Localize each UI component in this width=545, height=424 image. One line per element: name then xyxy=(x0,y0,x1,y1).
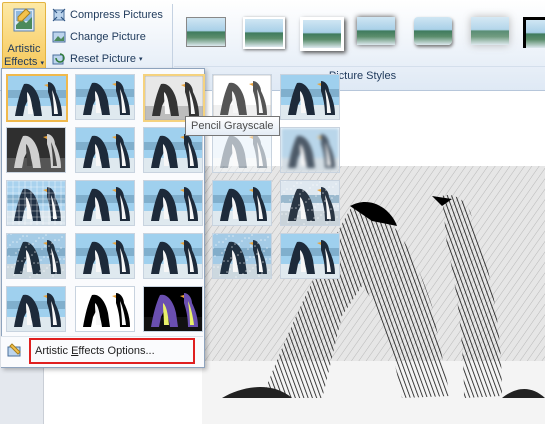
picture-style-2[interactable] xyxy=(240,14,285,49)
effect-cement[interactable] xyxy=(6,233,66,279)
effect-plastic-wrap-preview xyxy=(281,234,339,278)
picture-style-7[interactable] xyxy=(520,14,545,48)
effect-watercolor-sponge[interactable] xyxy=(75,180,135,226)
effect-tooltip: Pencil Grayscale xyxy=(185,116,280,136)
compress-pictures-button[interactable]: Compress Pictures xyxy=(52,5,163,25)
group-separator-h xyxy=(174,66,545,67)
effect-pencil-grayscale[interactable] xyxy=(143,74,205,122)
effect-mosaic-bubbles[interactable] xyxy=(212,180,272,226)
effect-pencil-sketch[interactable] xyxy=(212,74,272,120)
effect-chalk-sketch[interactable] xyxy=(6,127,66,173)
effect-pastels-smooth-preview xyxy=(213,234,271,278)
effect-crisscross-etching[interactable] xyxy=(143,233,203,279)
effect-marker[interactable] xyxy=(75,74,135,120)
effect-cutout[interactable] xyxy=(75,286,135,332)
effect-pastels-smooth[interactable] xyxy=(212,233,272,279)
artistic-effects-options-icon xyxy=(7,343,21,357)
picture-style-5[interactable] xyxy=(411,14,455,48)
effect-texturizer[interactable] xyxy=(75,233,135,279)
artistic-effects-button[interactable]: Artistic Effects ▾ xyxy=(2,2,46,72)
effect-blur[interactable] xyxy=(280,127,340,173)
compress-pictures-icon xyxy=(52,8,66,22)
effect-watercolor-sponge-preview xyxy=(76,181,134,225)
effect-blur-preview xyxy=(281,128,339,172)
artistic-effects-icon xyxy=(13,8,35,32)
change-picture-label: Change Picture xyxy=(70,31,146,43)
effect-photocopy[interactable] xyxy=(6,286,66,332)
effect-texturizer-preview xyxy=(76,234,134,278)
change-picture-button[interactable]: Change Picture xyxy=(52,27,146,47)
change-picture-icon xyxy=(52,31,66,43)
effect-paint-strokes-preview xyxy=(76,128,134,172)
chevron-down-icon: ▾ xyxy=(40,60,44,67)
effect-cement-preview xyxy=(7,234,65,278)
effect-plastic-wrap[interactable] xyxy=(280,233,340,279)
effect-glow-edges[interactable] xyxy=(143,286,203,332)
reset-picture-icon xyxy=(52,53,65,65)
effect-line-drawing-preview xyxy=(281,75,339,119)
effect-none-preview xyxy=(8,76,66,120)
effect-cutout-preview xyxy=(76,287,134,331)
effect-glow-edges-preview xyxy=(144,287,202,331)
effect-line-drawing[interactable] xyxy=(280,74,340,120)
artistic-effects-label: Artistic Effects ▾ xyxy=(3,43,44,68)
reset-picture-button[interactable]: Reset Picture ▾ xyxy=(52,49,143,69)
effect-light-screen[interactable] xyxy=(6,180,66,226)
compress-pictures-label: Compress Pictures xyxy=(70,9,163,21)
effect-film-grain[interactable] xyxy=(143,180,203,226)
effect-mosaic-bubbles-preview xyxy=(213,181,271,225)
effect-paint-strokes[interactable] xyxy=(75,127,135,173)
effect-photocopy-preview xyxy=(7,287,65,331)
effect-marker-preview xyxy=(76,75,134,119)
effect-none[interactable] xyxy=(6,74,68,122)
effect-glass[interactable] xyxy=(280,180,340,226)
effect-chalk-sketch-preview xyxy=(7,128,65,172)
picture-style-3[interactable] xyxy=(297,14,344,51)
effect-glass-preview xyxy=(281,181,339,225)
effect-light-screen-preview xyxy=(7,181,65,225)
chevron-down-icon: ▾ xyxy=(139,56,143,63)
picture-style-1[interactable] xyxy=(183,14,227,48)
effect-pencil-grayscale-preview xyxy=(145,76,203,120)
effect-crisscross-etching-preview xyxy=(144,234,202,278)
picture-style-4[interactable] xyxy=(354,14,398,48)
highlight-box xyxy=(29,338,195,364)
picture-style-6[interactable] xyxy=(468,14,512,48)
effect-pencil-sketch-preview xyxy=(213,75,271,119)
effect-film-grain-preview xyxy=(144,181,202,225)
reset-picture-label: Reset Picture xyxy=(70,53,137,65)
